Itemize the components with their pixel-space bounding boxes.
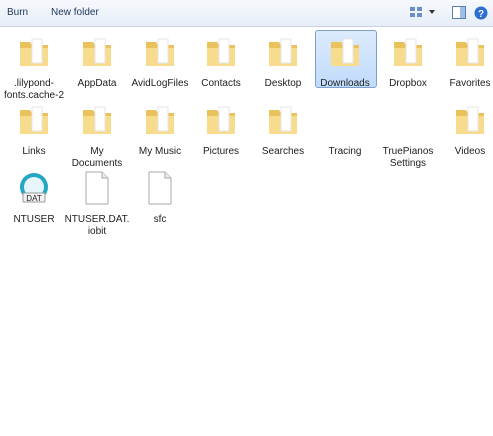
folder-icon [79, 34, 115, 74]
file-item-label: Videos [454, 146, 486, 157]
svg-text:?: ? [478, 9, 484, 20]
folder-icon [142, 34, 178, 74]
folder-icon [327, 34, 363, 74]
file-item-label: NTUSER.DAT.iobit [64, 214, 130, 237]
file-item-label: Searches [261, 146, 305, 157]
file-item-label: Contacts [201, 78, 241, 89]
new-folder-button[interactable]: New folder [51, 7, 99, 18]
file-item-label: Favorites [449, 78, 491, 89]
file-item-label: Downloads [320, 78, 370, 89]
folder-icon [203, 102, 239, 142]
folder-icon [390, 34, 426, 74]
file-item-label: NTUSER [13, 214, 55, 225]
folder-icon [452, 102, 488, 142]
folder-icon [79, 102, 115, 142]
command-bar: Burn New folder ? [0, 0, 493, 27]
file-list: .lilypond-fonts.cache-2 AppData AvidLogF… [0, 26, 493, 436]
folder-icon [452, 34, 488, 74]
blank-file-icon [142, 170, 178, 210]
blank-file-icon [79, 170, 115, 210]
chevron-down-icon[interactable] [428, 8, 436, 19]
file-item-label: My Music [138, 146, 182, 157]
folder-icon [142, 102, 178, 142]
file-item-label: My Documents [71, 146, 123, 169]
view-options-icon[interactable] [409, 6, 425, 23]
folder-icon [265, 34, 301, 74]
folder-icon [16, 34, 52, 74]
file-item-label: .lilypond-fonts.cache-2 [3, 78, 65, 101]
folder-icon [16, 102, 52, 142]
file-item-label: Dropbox [389, 78, 427, 89]
file-item-label: TruePianos Settings [382, 146, 434, 169]
preview-pane-icon[interactable] [452, 6, 466, 23]
file-item-label: sfc [153, 214, 167, 225]
help-icon[interactable]: ? [474, 6, 488, 23]
file-item-label: Pictures [202, 146, 240, 157]
file-item-label: AvidLogFiles [131, 78, 189, 89]
svg-text:DAT: DAT [26, 194, 42, 203]
folder-icon [265, 102, 301, 142]
folder-icon [203, 34, 239, 74]
file-item-label: Links [22, 146, 46, 157]
dat-file-icon: DAT [16, 170, 52, 210]
file-item-label: Tracing [328, 146, 362, 157]
file-item-label: Desktop [264, 78, 302, 89]
file-item-label: AppData [77, 78, 117, 89]
burn-button[interactable]: Burn [7, 7, 28, 18]
